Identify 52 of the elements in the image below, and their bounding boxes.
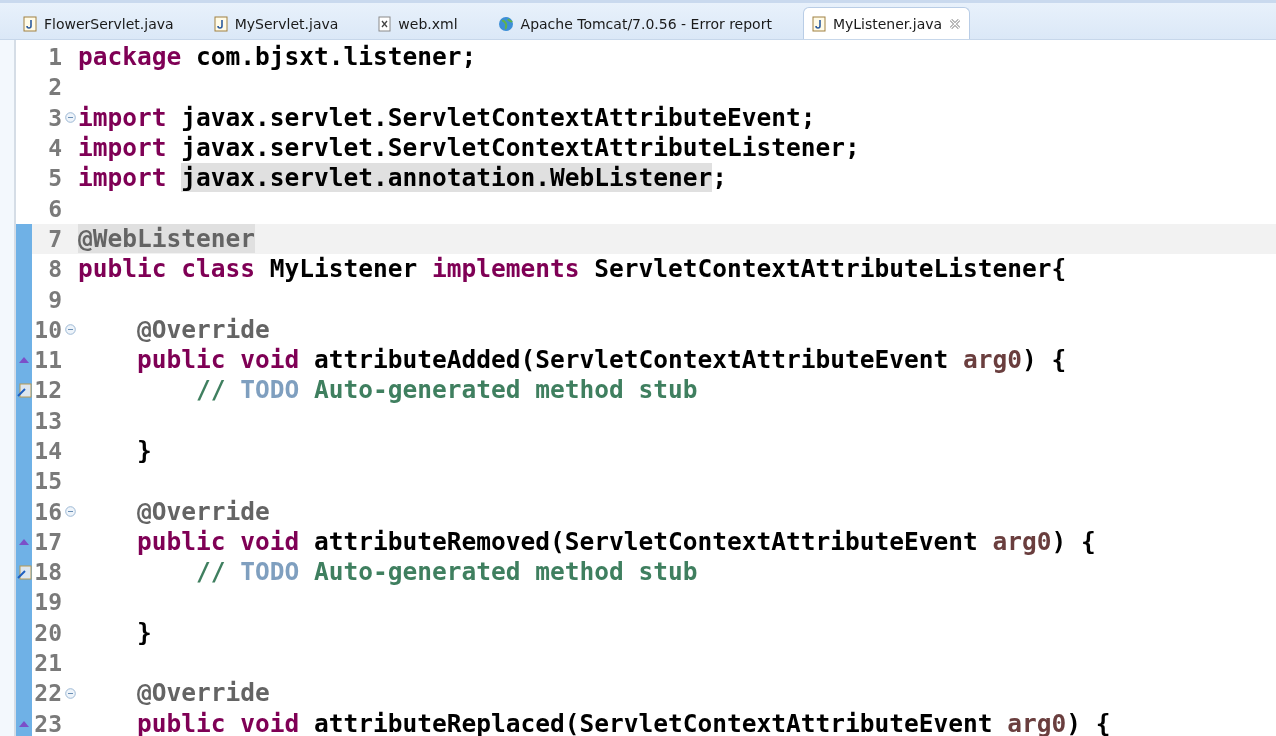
code-line: public void attributeReplaced(ServletContextAttributeEvent arg0) { [136,709,1111,736]
editor-tab[interactable]: FlowerServlet.java [14,7,183,39]
code-line: public void attributeAdded(ServletContextAttributeEvent arg0) { [136,346,1067,375]
line-number: 7 [47,225,62,252]
editor-tab[interactable]: web.xml [369,7,467,39]
fold-toggle-icon[interactable] [64,506,76,518]
code-line: import javax.servlet.ServletContextAttributeEvent; [78,103,816,132]
xml-file-icon [378,15,392,32]
line-number: 3 [47,104,62,131]
line-number: 11 [33,347,62,374]
line-number: 21 [33,650,62,677]
globe-icon [497,15,514,32]
editor-tab[interactable]: MyListener.java [802,7,971,39]
line-number: 22 [33,680,62,707]
editor-tab[interactable]: MyServlet.java [204,7,348,39]
fold-toggle-icon[interactable] [64,112,76,124]
code-line: // TODO Auto-generated method stub [195,558,698,587]
line-number: 12 [33,377,62,404]
line-number: 2 [47,74,62,101]
close-icon[interactable] [949,17,962,30]
line-number: 10 [33,316,62,343]
editor-tab[interactable]: Apache Tomcat/7.0.56 - Error report [488,7,781,39]
line-number: 23 [33,710,62,736]
java-file-icon [213,15,228,32]
code-line: } [136,618,152,647]
line-number: 15 [33,468,62,495]
line-number: 9 [47,286,62,313]
java-file-icon [811,15,826,32]
code-line: } [136,437,152,465]
line-number: 8 [47,256,62,283]
code-line: package com.bjsxt.listener; [78,43,477,72]
line-number: 13 [33,407,62,434]
java-file-icon [23,15,37,32]
line-number: 16 [33,498,62,525]
fold-toggle-icon[interactable] [64,324,76,336]
code-line: @Override [136,315,270,344]
code-line: @Override [136,679,270,708]
fold-toggle-icon[interactable] [64,687,76,699]
code-line: public void attributeRemoved(ServletContextAttributeEvent arg0) { [136,527,1096,556]
code-line: @Override [136,497,270,526]
code-line: public class MyListener implements ServletContextAttributeListener{ [78,255,1067,284]
line-number: 19 [33,589,62,616]
code-line: import javax.servlet.ServletContextAttributeListener; [78,134,860,163]
line-number: 20 [33,619,62,646]
line-number: 6 [47,195,62,222]
line-number: 4 [47,135,62,162]
line-number: 1 [47,44,62,71]
line-number: 5 [47,165,62,192]
code-line: // TODO Auto-generated method stub [195,376,698,405]
line-number: 18 [33,559,62,586]
line-number: 17 [33,528,62,555]
line-number: 14 [33,438,62,464]
